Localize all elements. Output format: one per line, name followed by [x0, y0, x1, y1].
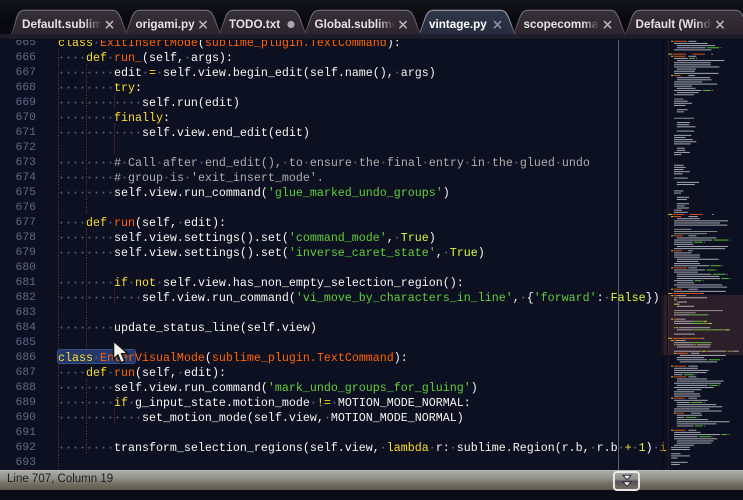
svg-text:Default.sublime: Default.sublime	[22, 18, 110, 31]
svg-text:origami.py: origami.py	[136, 18, 196, 31]
svg-text:Global.sublime-: Global.sublime-	[315, 18, 403, 31]
svg-text:vintage.py: vintage.py	[429, 18, 487, 31]
svg-text:scopecommands: scopecommands	[524, 18, 620, 31]
svg-text:TODO.txt: TODO.txt	[229, 18, 280, 31]
